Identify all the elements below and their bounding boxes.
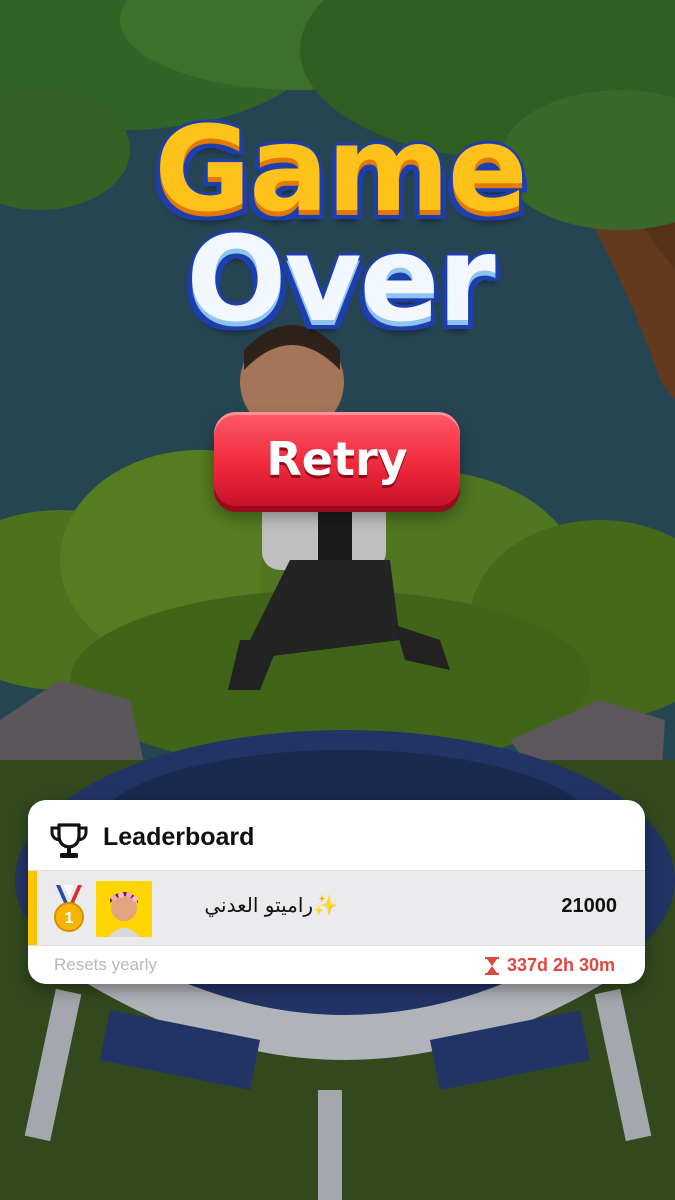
trophy-icon: [50, 823, 88, 858]
reset-note: Resets yearly: [54, 955, 157, 974]
player-score: 21000: [561, 895, 617, 917]
leaderboard-row[interactable]: 1 راميتو العدني✨ 21000: [28, 870, 645, 946]
leaderboard-card: Leaderboard 1 راميتو العدني✨ 21000 Reset…: [28, 800, 645, 984]
player-avatar: [96, 881, 152, 937]
leaderboard-header: Leaderboard: [28, 800, 645, 870]
game-over-title: Game Over: [130, 110, 550, 370]
countdown-text: 337d 2h 30m: [506, 955, 615, 975]
medal-icon: 1: [54, 885, 84, 932]
title-line-over: Over: [186, 210, 495, 348]
reset-countdown: 337d 2h 30m: [484, 955, 615, 976]
retry-button[interactable]: Retry: [214, 412, 460, 506]
hourglass-icon: [484, 956, 499, 975]
rank-number: 1: [65, 910, 74, 927]
leaderboard-title: Leaderboard: [103, 823, 255, 851]
player-name: راميتو العدني✨: [204, 893, 338, 917]
retry-button-label: Retry: [266, 432, 408, 486]
rank-accent-bar: [28, 871, 37, 945]
